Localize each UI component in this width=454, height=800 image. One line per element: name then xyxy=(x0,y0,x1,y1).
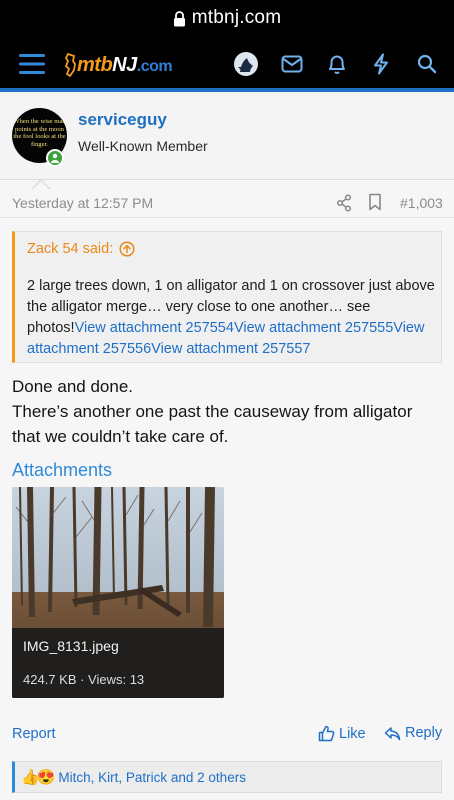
post-actions: Report Like Reply xyxy=(0,724,454,748)
post-timestamp[interactable]: Yesterday at 12:57 PM xyxy=(12,195,153,211)
quote-author: Zack 54 said: xyxy=(27,241,114,257)
site-logo[interactable]: mtbNJ.com xyxy=(64,52,173,78)
bookmark-icon[interactable] xyxy=(368,193,382,216)
arrow-up-circle-icon xyxy=(119,241,135,257)
logo-text: mtbNJ.com xyxy=(77,53,173,76)
forum-post: When the wise man points at the moon the… xyxy=(0,96,454,800)
like-button[interactable]: Like xyxy=(318,725,366,742)
thumbs-up-icon xyxy=(318,725,335,742)
post-user-header: When the wise man points at the moon the… xyxy=(0,96,454,180)
reactions-bar[interactable]: 👍 😍 Mitch, Kirt, Patrick and 2 others xyxy=(12,761,442,793)
attachments-heading: Attachments xyxy=(12,460,113,480)
attachment-link[interactable]: View attachment 257555 xyxy=(234,320,393,336)
quote-block: Zack 54 said: 2 large trees down, 1 on a… xyxy=(12,231,442,363)
attachment-info: IMG_8131.jpeg 424.7 KB · Views: 13 xyxy=(12,628,224,698)
reply-label: Reply xyxy=(405,725,443,741)
menu-icon[interactable] xyxy=(18,50,46,78)
post-author-name[interactable]: serviceguy xyxy=(78,110,167,130)
search-icon[interactable] xyxy=(414,50,440,78)
like-label: Like xyxy=(339,725,366,742)
reply-button[interactable]: Reply xyxy=(384,725,442,741)
post-body: Done and done. There’s another one past … xyxy=(12,377,413,446)
bolt-icon[interactable] xyxy=(368,50,394,78)
reactions-users[interactable]: Mitch, Kirt, Patrick and 2 others xyxy=(58,770,246,785)
post-meta-bar: Yesterday at 12:57 PM #1,003 xyxy=(0,192,454,218)
attachment-link[interactable]: View attachment 257554 xyxy=(75,320,234,336)
attachment-link[interactable]: View attachment 257557 xyxy=(151,341,310,357)
browser-url-bar[interactable]: mtbnj.com xyxy=(0,0,454,36)
report-button[interactable]: Report xyxy=(12,726,56,742)
attachment-filename[interactable]: IMG_8131.jpeg xyxy=(23,638,119,654)
inbox-icon[interactable] xyxy=(279,50,305,78)
post-number[interactable]: #1,003 xyxy=(400,195,443,211)
navbar-accent-bar xyxy=(0,88,454,92)
browser-url: mtbnj.com xyxy=(191,7,282,28)
post-author-title: Well-Known Member xyxy=(78,138,208,154)
attachment-meta: 424.7 KB · Views: 13 xyxy=(23,672,145,687)
attachment-thumbnail[interactable]: IMG_8131.jpeg 424.7 KB · Views: 13 xyxy=(12,487,224,698)
user-avatar-icon[interactable] xyxy=(232,50,260,78)
heart-eyes-reaction-icon: 😍 xyxy=(36,768,56,786)
lock-icon xyxy=(173,10,185,26)
online-status-icon xyxy=(46,149,64,167)
quote-text: 2 large trees down, 1 on alligator and 1… xyxy=(27,276,435,360)
bell-icon[interactable] xyxy=(324,50,350,78)
nj-state-icon xyxy=(64,53,76,77)
avatar-quote-text: When the wise man points at the moon the… xyxy=(13,118,66,148)
quote-header[interactable]: Zack 54 said: xyxy=(27,241,135,257)
site-navbar: mtbNJ.com xyxy=(0,36,454,92)
share-icon[interactable] xyxy=(336,194,352,217)
reply-icon xyxy=(384,726,401,740)
